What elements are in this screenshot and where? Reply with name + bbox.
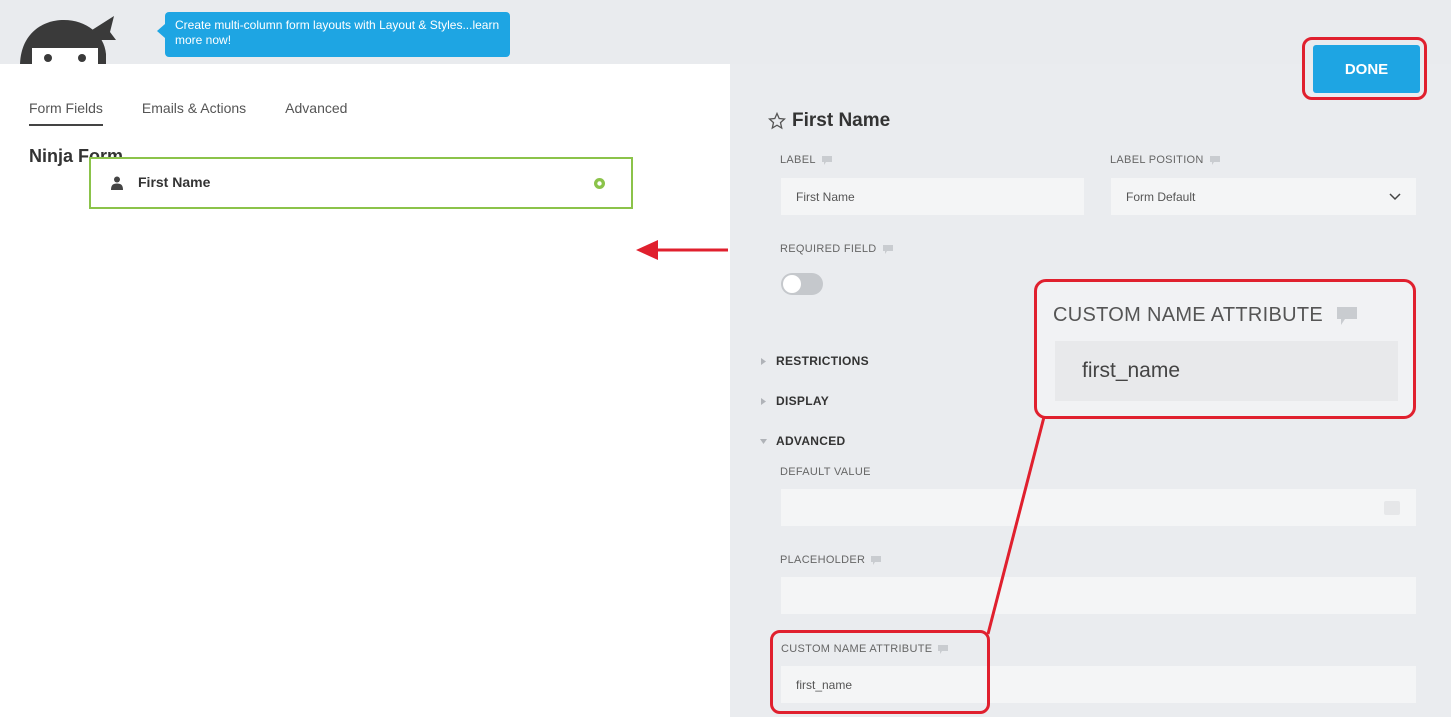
caret-right-icon (761, 397, 766, 405)
label-input[interactable]: First Name (781, 178, 1084, 215)
done-button[interactable]: DONE (1313, 45, 1420, 93)
section-display[interactable]: DISPLAY (760, 394, 829, 408)
caret-down-icon (760, 438, 767, 444)
label-position-select[interactable]: Form Default (1111, 178, 1416, 215)
field-card-first-name[interactable]: First Name (89, 157, 633, 209)
label-field-label: LABEL (780, 154, 832, 166)
settings-title: First Name (768, 110, 890, 132)
placeholder-label: PLACEHOLDER (780, 554, 882, 566)
required-toggle[interactable] (781, 273, 823, 295)
label-position-value: Form Default (1126, 189, 1196, 204)
chevron-down-icon (1389, 192, 1401, 200)
help-bubble-icon[interactable] (821, 155, 832, 165)
custom-name-highlight (770, 630, 990, 714)
help-bubble-icon[interactable] (871, 555, 882, 565)
custom-name-callout: CUSTOM NAME ATTRIBUTE first_name (1034, 279, 1416, 419)
section-advanced[interactable]: ADVANCED (760, 434, 846, 448)
placeholder-input[interactable] (781, 577, 1416, 614)
default-value-label: DEFAULT VALUE (780, 466, 871, 478)
toggle-knob (783, 275, 801, 293)
caret-right-icon (761, 357, 766, 365)
help-bubble-icon (1337, 306, 1358, 325)
promo-tooltip[interactable]: Create multi-column form layouts with La… (157, 12, 510, 57)
help-bubble-icon[interactable] (1209, 155, 1220, 165)
tab-emails-actions[interactable]: Emails & Actions (142, 100, 246, 126)
settings-title-text: First Name (792, 110, 891, 131)
callout-label: CUSTOM NAME ATTRIBUTE (1053, 304, 1358, 327)
gear-icon[interactable] (593, 177, 606, 190)
label-position-label: LABEL POSITION (1110, 154, 1220, 166)
tab-advanced[interactable]: Advanced (285, 100, 347, 126)
callout-input: first_name (1055, 341, 1398, 401)
section-restrictions[interactable]: RESTRICTIONS (760, 354, 869, 368)
red-arrow-icon (636, 240, 728, 260)
field-label: First Name (138, 174, 211, 190)
help-bubble-icon[interactable] (882, 244, 893, 254)
star-icon[interactable] (768, 112, 786, 130)
builder-tabs: Form Fields Emails & Actions Advanced (29, 100, 386, 126)
tab-form-fields[interactable]: Form Fields (29, 100, 103, 126)
person-icon (111, 176, 123, 190)
merge-tag-icon[interactable] (1383, 500, 1401, 516)
required-field-label: REQUIRED FIELD (780, 243, 893, 255)
default-value-input[interactable] (781, 489, 1416, 526)
ninja-logo-icon (20, 16, 116, 66)
